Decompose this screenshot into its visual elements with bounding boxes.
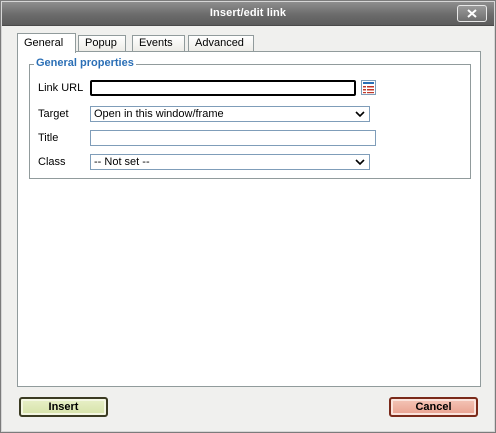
browse-button[interactable] — [361, 80, 376, 95]
tab-advanced[interactable]: Advanced — [188, 35, 254, 52]
target-selected-value: Open in this window/frame — [94, 108, 224, 120]
insert-button[interactable]: Insert — [19, 397, 108, 417]
tab-popup[interactable]: Popup — [78, 35, 126, 52]
tab-general[interactable]: General — [17, 33, 76, 53]
target-label: Target — [38, 108, 69, 120]
link-url-input[interactable] — [90, 80, 356, 96]
dialog-title: Insert/edit link — [209, 7, 287, 19]
browse-list-icon — [361, 80, 376, 95]
link-url-label: Link URL — [38, 82, 84, 94]
title-label: Title — [38, 132, 59, 144]
class-selected-value: -- Not set -- — [94, 156, 150, 168]
title-bar[interactable]: Insert/edit link — [2, 2, 494, 26]
general-properties-group: General properties Link URL Target Open … — [29, 57, 471, 179]
tab-events[interactable]: Events — [132, 35, 185, 52]
class-label: Class — [38, 156, 66, 168]
close-icon — [467, 9, 477, 18]
general-properties-legend: General properties — [34, 57, 136, 69]
class-select[interactable]: -- Not set -- — [90, 154, 370, 170]
title-input[interactable] — [90, 130, 376, 146]
chevron-down-icon — [355, 111, 365, 118]
insert-edit-link-dialog: Insert/edit link General Popup Events Ad… — [0, 0, 496, 433]
cancel-button[interactable]: Cancel — [389, 397, 478, 417]
close-button[interactable] — [457, 5, 487, 22]
chevron-down-icon — [355, 159, 365, 166]
target-select[interactable]: Open in this window/frame — [90, 106, 370, 122]
tab-panel-general: General properties Link URL Target Open … — [17, 51, 481, 387]
